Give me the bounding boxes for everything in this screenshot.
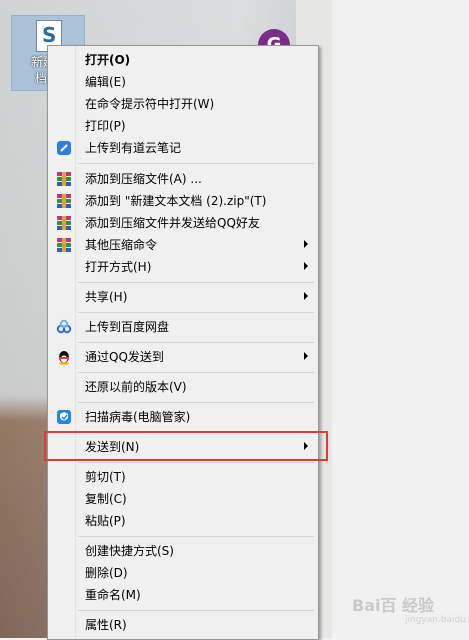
menu-item-cut[interactable]: 剪切(T): [48, 466, 318, 488]
winrar-icon: [57, 216, 71, 230]
menu-item-copy[interactable]: 复制(C): [48, 488, 318, 510]
context-menu: 打开(O) 编辑(E) 在命令提示符中打开(W) 打印(P) 上传到有道云笔记 …: [47, 45, 319, 640]
menu-item-delete[interactable]: 删除(D): [48, 562, 318, 584]
menu-item-share[interactable]: 共享(H): [48, 286, 318, 308]
youdao-note-icon: [57, 141, 71, 155]
baidu-watermark-url: jingyan.baidu.com: [405, 615, 469, 625]
menu-item-archive-send-qq[interactable]: 添加到压缩文件并发送给QQ好友: [48, 212, 318, 234]
menu-separator: [78, 536, 314, 537]
menu-item-edit[interactable]: 编辑(E): [48, 71, 318, 93]
menu-separator: [78, 312, 314, 313]
menu-separator: [78, 462, 314, 463]
menu-item-virus-scan[interactable]: 扫描病毒(电脑管家): [48, 406, 318, 428]
baidu-watermark: Bai百 经验: [352, 596, 435, 615]
baidu-netdisk-icon: [56, 319, 72, 334]
qq-icon: [59, 351, 69, 365]
menu-item-restore-versions[interactable]: 还原以前的版本(V): [48, 376, 318, 398]
submenu-arrow-icon: [304, 240, 308, 248]
menu-separator: [78, 163, 314, 164]
submenu-arrow-icon: [304, 262, 308, 270]
menu-item-other-compress[interactable]: 其他压缩命令: [48, 234, 318, 256]
menu-item-add-archive[interactable]: 添加到压缩文件(A) ...: [48, 168, 318, 190]
menu-item-print[interactable]: 打印(P): [48, 115, 318, 137]
menu-separator: [78, 282, 314, 283]
menu-item-baidu-netdisk[interactable]: 上传到百度网盘: [48, 316, 318, 338]
highlight-box: [44, 431, 328, 461]
menu-item-create-shortcut[interactable]: 创建快捷方式(S): [48, 540, 318, 562]
submenu-arrow-icon: [304, 352, 308, 360]
menu-separator: [78, 610, 314, 611]
menu-item-add-zip[interactable]: 添加到 "新建文本文档 (2).zip"(T): [48, 190, 318, 212]
menu-separator: [78, 402, 314, 403]
menu-item-open-with[interactable]: 打开方式(H): [48, 256, 318, 278]
menu-item-properties[interactable]: 属性(R): [48, 614, 318, 636]
menu-separator: [78, 342, 314, 343]
menu-item-open-cmd[interactable]: 在命令提示符中打开(W): [48, 93, 318, 115]
menu-separator: [78, 372, 314, 373]
menu-item-youdao[interactable]: 上传到有道云笔记: [48, 137, 318, 159]
winrar-icon: [57, 238, 71, 252]
winrar-icon: [57, 194, 71, 208]
submenu-arrow-icon: [304, 292, 308, 300]
menu-item-rename[interactable]: 重命名(M): [48, 584, 318, 606]
menu-item-qq-send[interactable]: 通过QQ发送到: [48, 346, 318, 368]
pc-manager-icon: [57, 410, 71, 424]
page-background-right: [332, 0, 469, 638]
menu-item-open[interactable]: 打开(O): [48, 49, 318, 71]
menu-item-paste[interactable]: 粘贴(P): [48, 510, 318, 532]
winrar-icon: [57, 172, 71, 186]
